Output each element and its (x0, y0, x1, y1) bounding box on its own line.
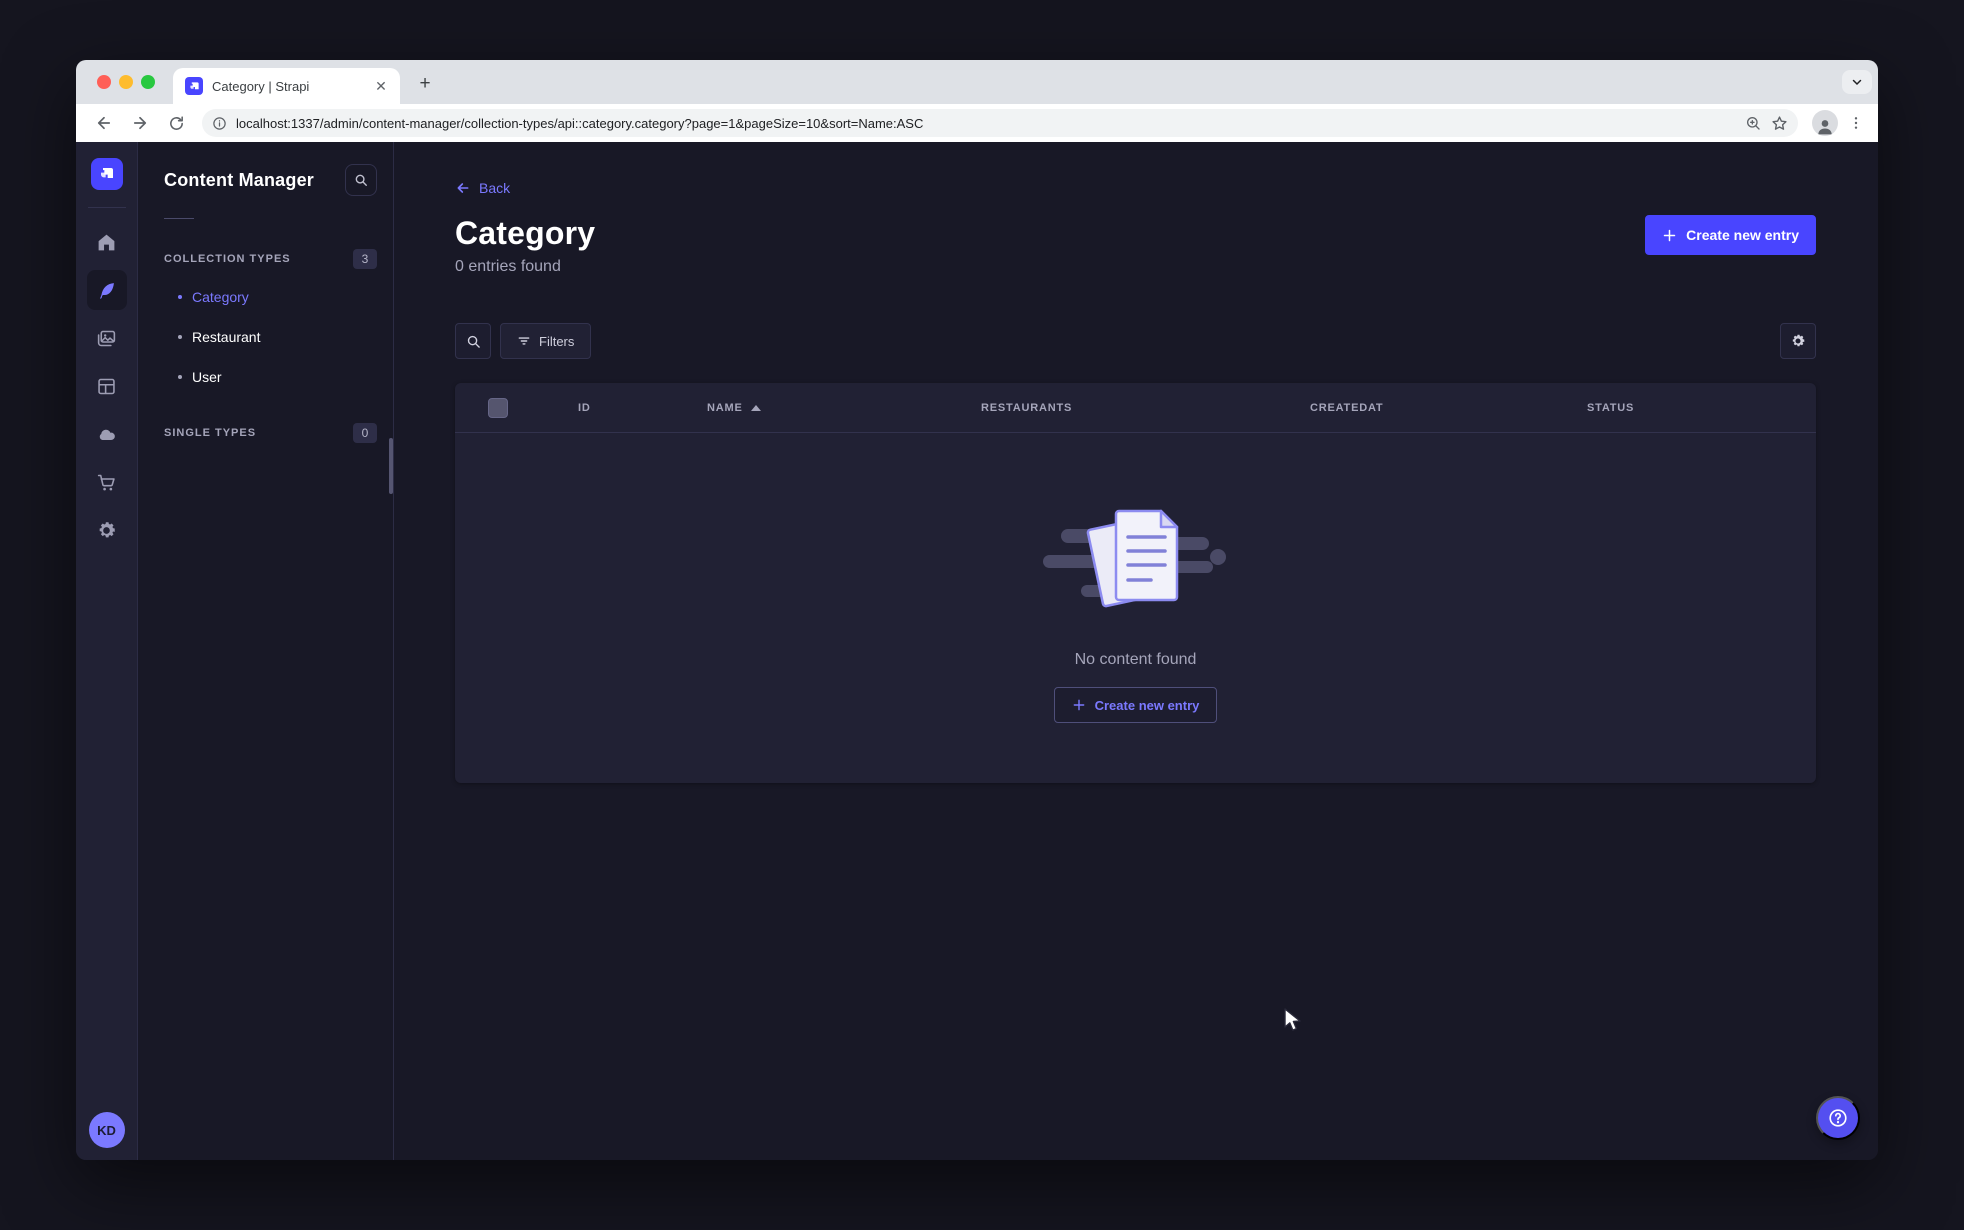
close-window-button[interactable] (97, 75, 111, 89)
browser-profile-button[interactable] (1812, 110, 1838, 136)
plus-icon (1073, 699, 1084, 711)
shopping-cart-icon (97, 474, 115, 490)
sidebar-item-category[interactable]: Category (138, 277, 393, 317)
browser-toolbar: localhost:1337/admin/content-manager/col… (76, 104, 1878, 142)
table-search-button[interactable] (455, 323, 491, 359)
single-types-count-badge: 0 (353, 423, 377, 443)
empty-create-new-entry-button[interactable]: Create new entry (1053, 687, 1218, 723)
feather-pen-icon (99, 282, 114, 299)
back-button[interactable] (90, 109, 118, 137)
user-initials: KD (97, 1122, 116, 1138)
sidebar-item-label: User (192, 369, 222, 385)
nav-home[interactable] (83, 218, 131, 266)
nav-deploy[interactable] (83, 410, 131, 458)
nav-settings[interactable] (83, 506, 131, 554)
content-manager-subnav: Content Manager COLLECTION TYPES 3 Categ… (138, 142, 394, 1160)
zoom-window-button[interactable] (141, 75, 155, 89)
tab-search-chevron-button[interactable] (1842, 70, 1872, 94)
no-content-illustration (1042, 509, 1226, 608)
collection-types-section: COLLECTION TYPES 3 (138, 241, 393, 277)
plus-icon (1663, 229, 1676, 241)
section-label: SINGLE TYPES (164, 427, 257, 439)
question-mark-icon (1829, 1109, 1847, 1127)
search-icon (467, 335, 480, 348)
empty-message: No content found (1074, 651, 1197, 668)
column-header-status[interactable]: STATUS (1587, 402, 1816, 414)
single-types-section: SINGLE TYPES 0 (138, 415, 393, 451)
bullet-icon (178, 295, 182, 299)
gear-icon (99, 521, 115, 537)
subnav-title: Content Manager (164, 169, 315, 190)
bullet-icon (178, 335, 182, 339)
sidebar-item-restaurant[interactable]: Restaurant (138, 317, 393, 357)
active-item-indicator (389, 438, 393, 494)
nav-content-type-builder[interactable] (83, 362, 131, 410)
main-content: Back Category 0 entries found Create new… (394, 142, 1878, 1160)
home-icon (98, 234, 115, 250)
sidebar-item-user[interactable]: User (138, 357, 393, 397)
search-icon (355, 174, 367, 186)
table-header-row: ID NAME RESTAURANTS CREATEDAT STATUS (455, 383, 1816, 433)
main-navigation-rail: KD (76, 142, 138, 1160)
filter-icon (518, 337, 530, 345)
nav-content-manager[interactable] (83, 266, 131, 314)
create-new-entry-button[interactable]: Create new entry (1645, 215, 1816, 255)
back-link[interactable]: Back (455, 180, 510, 196)
column-header-name[interactable]: NAME (707, 402, 981, 414)
table-settings-button[interactable] (1780, 323, 1816, 359)
site-info-icon[interactable] (212, 116, 227, 131)
browser-menu-button[interactable] (1848, 115, 1864, 131)
help-button[interactable] (1816, 1096, 1860, 1140)
entries-count: 0 entries found (455, 258, 561, 275)
minimize-window-button[interactable] (119, 75, 133, 89)
media-images-icon (97, 330, 116, 346)
tab-close-icon[interactable]: ✕ (372, 77, 390, 95)
bullet-icon (178, 375, 182, 379)
subnav-divider (164, 218, 194, 219)
nav-media-library[interactable] (83, 314, 131, 362)
strapi-logo[interactable] (90, 158, 123, 190)
column-header-restaurants[interactable]: RESTAURANTS (981, 402, 1310, 414)
window-controls (97, 75, 155, 89)
layout-icon (98, 378, 115, 394)
select-all-checkbox[interactable] (488, 397, 508, 418)
gear-icon (1792, 334, 1805, 347)
column-header-id[interactable]: ID (578, 402, 707, 414)
page-title: Category (455, 215, 596, 251)
browser-tab[interactable]: Category | Strapi ✕ (173, 68, 400, 104)
user-avatar[interactable]: KD (88, 1112, 125, 1148)
url-bar[interactable]: localhost:1337/admin/content-manager/col… (202, 109, 1798, 137)
browser-tab-strip: Category | Strapi ✕ + (76, 60, 1878, 104)
subnav-search-button[interactable] (345, 164, 377, 196)
strapi-favicon (185, 77, 203, 95)
strapi-admin: KD Content Manager COLLECTION TYPES 3 Ca… (76, 142, 1878, 1160)
forward-button[interactable] (126, 109, 154, 137)
bookmark-star-icon[interactable] (1771, 115, 1788, 132)
sidebar-item-label: Restaurant (192, 329, 261, 345)
url-text[interactable]: localhost:1337/admin/content-manager/col… (236, 116, 1745, 131)
nav-marketplace[interactable] (83, 458, 131, 506)
rail-divider (87, 207, 126, 208)
collection-types-count-badge: 3 (353, 249, 377, 269)
filters-button[interactable]: Filters (500, 323, 592, 359)
sort-ascending-icon (750, 404, 761, 411)
sidebar-item-label: Category (192, 289, 249, 305)
entries-table: ID NAME RESTAURANTS CREATEDAT STATUS No … (455, 383, 1816, 783)
tab-title: Category | Strapi (212, 78, 310, 94)
chevron-down-icon (1852, 79, 1862, 86)
zoom-page-icon[interactable] (1745, 115, 1761, 131)
reload-button[interactable] (162, 109, 190, 137)
arrow-left-icon (457, 183, 469, 193)
cloud-icon (99, 429, 115, 440)
column-header-createdat[interactable]: CREATEDAT (1310, 402, 1587, 414)
empty-state: No content found Create new entry (455, 433, 1816, 783)
browser-window: Category | Strapi ✕ + localhost:1337/adm… (76, 60, 1878, 1160)
section-label: COLLECTION TYPES (164, 253, 291, 265)
new-tab-button[interactable]: + (412, 71, 438, 97)
